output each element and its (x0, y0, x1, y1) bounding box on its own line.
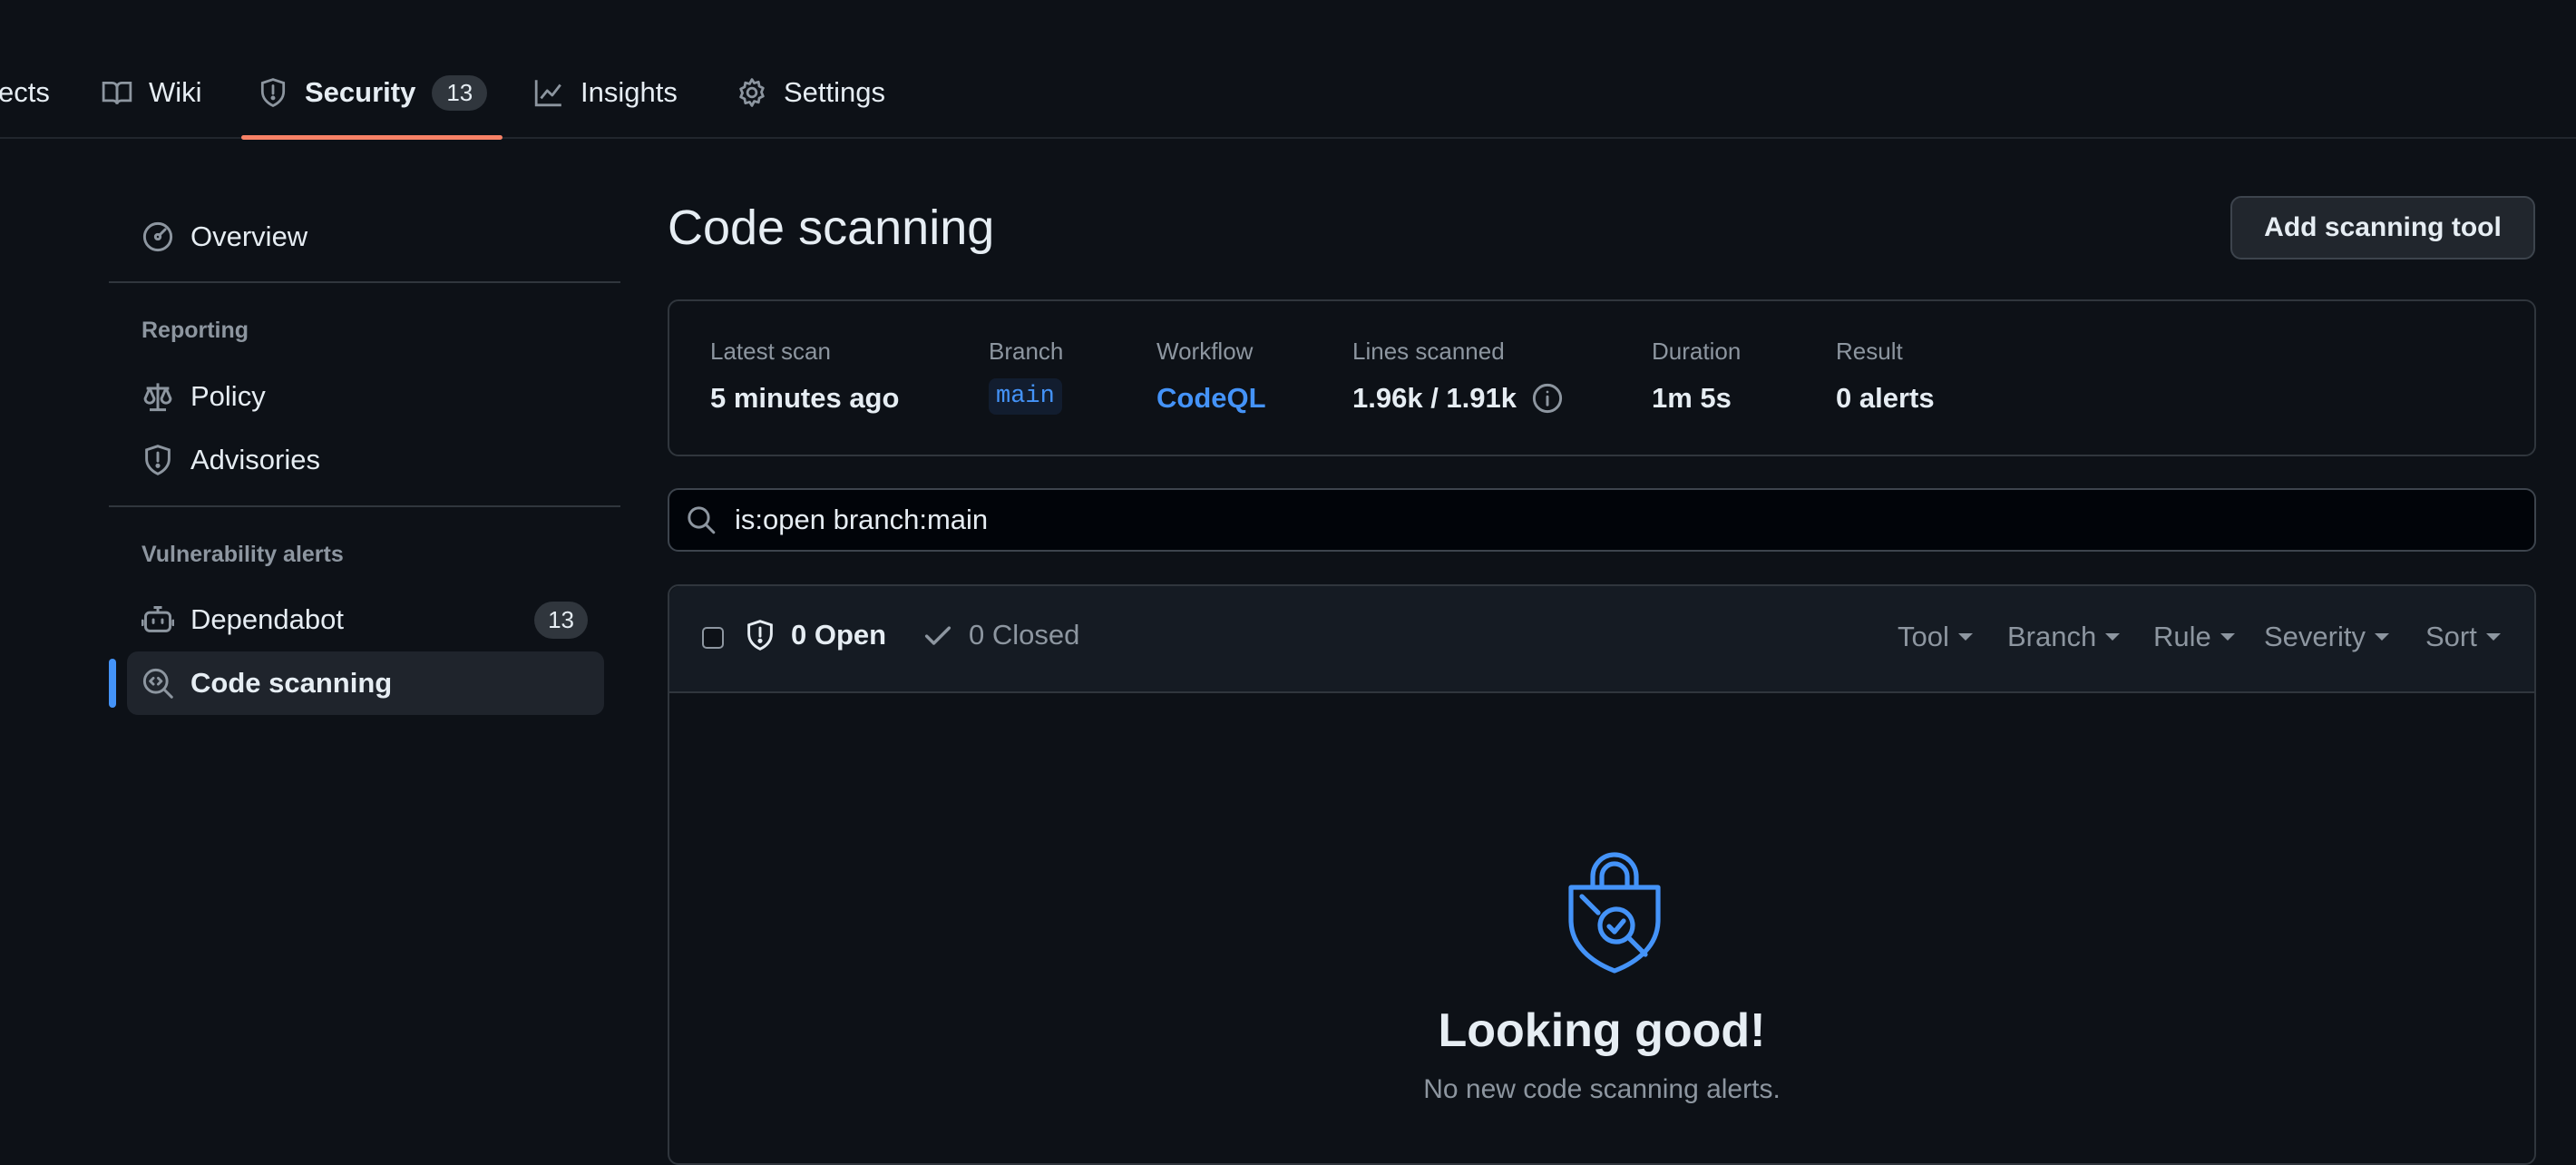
latest-scan-panel: Latest scan 5 minutes ago Branch main Wo… (668, 299, 2536, 456)
filter-label: Branch (2007, 621, 2097, 652)
stat-duration: Duration 1m 5s (1652, 338, 1741, 415)
closed-alerts-filter[interactable]: 0 Closed (922, 619, 1079, 651)
stat-label: Workflow (1156, 338, 1254, 365)
branch-pill[interactable]: main (989, 378, 1062, 415)
alerts-list-header: 0 Open 0 Closed Tool Branch Rule Severit… (669, 586, 2534, 693)
sidebar-item-overview[interactable]: Overview (127, 205, 604, 269)
stat-value: 5 minutes ago (710, 382, 900, 414)
sidebar-item-label: Code scanning (190, 667, 393, 699)
filter-rule[interactable]: Rule (2153, 621, 2235, 653)
stat-branch: Branch main (989, 338, 1063, 415)
sidebar-item-label: Advisories (190, 444, 320, 475)
filter-label: Sort (2425, 621, 2477, 652)
stat-result: Result 0 alerts (1836, 338, 1935, 415)
stat-label: Result (1836, 338, 1903, 365)
info-icon[interactable] (1531, 382, 1564, 415)
tab-wiki[interactable]: Wiki (102, 65, 202, 120)
meter-icon (142, 221, 173, 252)
stat-lines-scanned: Lines scanned 1.96k / 1.91k (1352, 338, 1564, 415)
stat-label: Branch (989, 338, 1064, 365)
filter-label: Tool (1898, 621, 1949, 652)
sidebar-item-label: Overview (190, 220, 308, 252)
shield-icon (260, 78, 286, 107)
filter-label: Severity (2264, 621, 2366, 652)
tab-label: Settings (784, 76, 886, 108)
search-icon (688, 506, 716, 534)
graph-icon (534, 80, 561, 107)
stat-value-row: 1.96k / 1.91k (1352, 382, 1564, 415)
sidebar-divider (109, 505, 620, 507)
shield-icon (747, 620, 773, 651)
caret-down-icon (2220, 633, 2235, 641)
sidebar-heading-reporting: Reporting (141, 318, 249, 343)
active-tab-underline (241, 135, 503, 140)
add-scanning-tool-button[interactable]: Add scanning tool (2230, 196, 2535, 259)
dependabot-icon (141, 606, 174, 632)
filter-severity[interactable]: Severity (2264, 621, 2389, 653)
stat-label: Duration (1652, 338, 1742, 365)
sidebar-item-label: Dependabot (190, 603, 344, 635)
codescan-icon (142, 668, 173, 699)
alert-search-bar (668, 488, 2536, 552)
tab-settings[interactable]: Settings (737, 65, 885, 120)
sort-menu[interactable]: Sort (2425, 621, 2501, 653)
caret-down-icon (2374, 633, 2389, 641)
dependabot-count-badge: 13 (534, 602, 588, 639)
tab-label: Insights (581, 76, 678, 108)
workflow-link[interactable]: CodeQL (1156, 382, 1266, 415)
caret-down-icon (2105, 633, 2121, 641)
caret-down-icon (2485, 633, 2501, 641)
active-item-indicator (109, 659, 116, 708)
stat-latest-scan: Latest scan 5 minutes ago (710, 338, 899, 415)
tab-insights[interactable]: Insights (533, 65, 678, 120)
stat-workflow: Workflow CodeQL (1156, 338, 1266, 415)
tab-label: Security (305, 76, 416, 108)
stat-value: 1m 5s (1652, 382, 1732, 414)
sidebar-divider (109, 281, 620, 283)
sidebar-item-advisories[interactable]: Advisories (127, 428, 604, 492)
caret-down-icon (1957, 633, 1973, 641)
gear-icon (739, 78, 765, 107)
security-count-badge: 13 (432, 74, 488, 111)
sidebar-item-dependabot[interactable]: Dependabot 13 (127, 588, 604, 651)
check-icon (924, 626, 951, 645)
stat-label: Latest scan (710, 338, 831, 365)
search-input[interactable] (733, 503, 2534, 537)
empty-state-subtitle: No new code scanning alerts. (1423, 1074, 1781, 1104)
select-all-checkbox[interactable] (702, 627, 724, 649)
shield-lock-check-icon (1568, 852, 1661, 974)
filter-branch[interactable]: Branch (2007, 621, 2121, 653)
tab-projects[interactable]: ects (0, 65, 50, 120)
closed-count-label: 0 Closed (969, 619, 1080, 651)
law-icon (143, 383, 172, 412)
sidebar-item-policy[interactable]: Policy (127, 365, 604, 428)
tab-security[interactable]: Security 13 (258, 65, 488, 120)
stat-value: 0 alerts (1836, 382, 1935, 414)
tab-label: ects (0, 76, 50, 108)
stat-value: 1.96k / 1.91k (1352, 382, 1517, 414)
open-alerts-filter[interactable]: 0 Open (744, 619, 886, 651)
open-count-label: 0 Open (791, 619, 887, 651)
page-title: Code scanning (668, 201, 995, 255)
filter-tool[interactable]: Tool (1898, 621, 1973, 653)
book-icon (102, 81, 132, 104)
shield-icon (145, 445, 171, 475)
stat-label: Lines scanned (1352, 338, 1505, 365)
sidebar-heading-vulnerability-alerts: Vulnerability alerts (141, 542, 344, 567)
alerts-list: 0 Open 0 Closed Tool Branch Rule Severit… (668, 584, 2536, 1165)
sidebar-item-code-scanning[interactable]: Code scanning (127, 651, 604, 715)
tab-label: Wiki (149, 76, 202, 108)
empty-state-title: Looking good! (1438, 1004, 1766, 1057)
sidebar-item-label: Policy (190, 380, 266, 412)
repo-nav: ects Wiki Security 13 Insights Settings (0, 0, 2576, 140)
filter-label: Rule (2153, 621, 2211, 652)
